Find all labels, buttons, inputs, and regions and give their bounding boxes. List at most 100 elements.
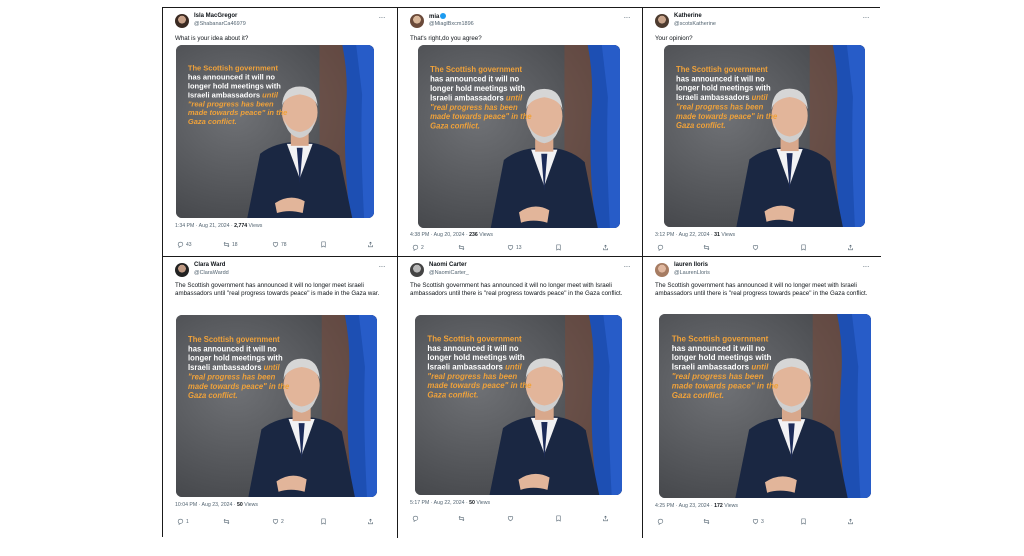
avatar[interactable] xyxy=(410,14,424,28)
bookmark-button[interactable] xyxy=(800,244,807,251)
reply-button[interactable]: 1 xyxy=(177,518,189,525)
poster-caption-line: Israeli ambassadors until xyxy=(672,363,769,372)
poster-graphic: The Scottish governmenthas announced it … xyxy=(664,45,865,227)
like-button[interactable]: 13 xyxy=(507,244,522,251)
retweet-button[interactable] xyxy=(703,244,712,251)
user-handle[interactable]: @MiaglBxcm1896 xyxy=(429,21,474,27)
poster-caption-line: "real progress has been xyxy=(188,372,275,381)
poster-graphic: The Scottish governmenthas announced it … xyxy=(659,314,871,498)
more-options-icon[interactable]: ··· xyxy=(624,262,631,271)
bookmark-icon xyxy=(320,241,327,248)
tweet-header: lauren lloris @LaurenLloris ··· xyxy=(655,262,873,282)
tweet-card[interactable]: Clara Ward @ClaraWardd ··· The Scottish … xyxy=(163,257,398,538)
tweet-card[interactable]: Naomi Carter @NaomiCarter_ ··· The Scott… xyxy=(398,257,643,538)
tweet-image[interactable]: The Scottish government has announced it … xyxy=(659,314,871,498)
display-name[interactable]: Naomi Carter xyxy=(429,262,467,268)
reply-button[interactable] xyxy=(657,244,666,251)
tweet-timestamp[interactable]: 10:04 PM · Aug 23, 2024 · 50 Views xyxy=(175,502,258,508)
bookmark-button[interactable] xyxy=(800,518,807,525)
poster-caption-line: The Scottish government xyxy=(427,335,522,344)
poster-caption-line: Israeli ambassadors until xyxy=(676,93,768,102)
bookmark-button[interactable] xyxy=(320,518,327,525)
avatar[interactable] xyxy=(655,14,669,28)
share-icon xyxy=(602,244,609,251)
share-button[interactable] xyxy=(367,518,374,525)
poster-caption-line: Israeli ambassadors until xyxy=(188,90,279,99)
user-handle[interactable]: @ClaraWardd xyxy=(194,270,229,276)
like-count: 13 xyxy=(516,244,522,251)
poster-caption-line: made towards peace" in the xyxy=(188,108,287,117)
user-handle[interactable]: @scotsKatherine xyxy=(674,21,716,27)
avatar[interactable] xyxy=(175,263,189,277)
more-options-icon[interactable]: ··· xyxy=(863,13,870,22)
bookmark-button[interactable] xyxy=(320,241,327,248)
share-button[interactable] xyxy=(847,244,854,251)
tweet-image[interactable]: The Scottish government has announced it … xyxy=(418,45,620,228)
tweet-card[interactable]: Isla MacGregor @ShabanarCa46979 ··· What… xyxy=(163,8,398,257)
tweet-text: What is your idea about it? xyxy=(175,35,249,42)
tweet-card[interactable]: lauren lloris @LaurenLloris ··· The Scot… xyxy=(643,257,881,538)
display-name[interactable]: mia xyxy=(429,13,447,20)
user-handle[interactable]: @LaurenLloris xyxy=(674,270,710,276)
share-button[interactable] xyxy=(602,244,609,251)
bookmark-button[interactable] xyxy=(555,244,562,251)
avatar[interactable] xyxy=(655,263,669,277)
tweet-actions: 43 18 78 xyxy=(177,241,389,251)
retweet-button[interactable]: 18 xyxy=(223,241,238,248)
avatar[interactable] xyxy=(175,14,189,28)
tweet-image[interactable]: The Scottish government has announced it … xyxy=(415,315,622,495)
reply-button[interactable]: 43 xyxy=(177,241,192,248)
reply-button[interactable] xyxy=(412,515,421,522)
reply-icon xyxy=(177,241,184,248)
like-button[interactable]: 3 xyxy=(752,518,764,525)
tweet-image[interactable]: The Scottish government has announced it … xyxy=(176,315,377,497)
tweet-timestamp[interactable]: 4:25 PM · Aug 23, 2024 · 172 Views xyxy=(655,503,738,509)
reply-button[interactable] xyxy=(657,518,666,525)
like-button[interactable]: 78 xyxy=(272,241,287,248)
share-button[interactable] xyxy=(847,518,854,525)
tweet-timestamp[interactable]: 4:38 PM · Aug 20, 2024 · 236 Views xyxy=(410,232,493,238)
poster-caption-line: longer hold meetings with xyxy=(430,84,525,93)
user-handle[interactable]: @NaomiCarter_ xyxy=(429,270,469,276)
tweet-image[interactable]: The Scottish government has announced it … xyxy=(664,45,865,227)
tweet-timestamp[interactable]: 1:34 PM · Aug 21, 2024 · 2,774 Views xyxy=(175,223,262,229)
poster-caption-line: The Scottish government xyxy=(188,335,280,344)
more-options-icon[interactable]: ··· xyxy=(863,262,870,271)
tweet-text: That's right,do you agree? xyxy=(410,35,482,42)
bookmark-button[interactable] xyxy=(555,515,562,522)
poster-caption-line: Gaza conflict. xyxy=(430,122,480,131)
poster-caption-line: The Scottish government xyxy=(676,65,768,74)
like-button[interactable] xyxy=(507,515,516,522)
display-name[interactable]: lauren lloris xyxy=(674,262,708,268)
like-icon xyxy=(752,518,759,525)
poster-caption-line: The Scottish government xyxy=(672,334,769,343)
tweet-timestamp[interactable]: 3:12 PM · Aug 22, 2024 · 31 Views xyxy=(655,232,735,238)
avatar[interactable] xyxy=(410,263,424,277)
like-button[interactable]: 2 xyxy=(272,518,284,525)
more-options-icon[interactable]: ··· xyxy=(379,262,386,271)
retweet-button[interactable] xyxy=(703,518,712,525)
poster-graphic: The Scottish governmenthas announced it … xyxy=(415,315,622,495)
display-name[interactable]: Katherine xyxy=(674,13,702,19)
reply-button[interactable]: 2 xyxy=(412,244,424,251)
share-icon xyxy=(602,515,609,522)
more-options-icon[interactable]: ··· xyxy=(379,13,386,22)
retweet-button[interactable] xyxy=(458,244,467,251)
tweet-card[interactable]: Katherine @scotsKatherine ··· Your opini… xyxy=(643,8,881,257)
share-button[interactable] xyxy=(602,515,609,522)
display-name[interactable]: Clara Ward xyxy=(194,262,225,268)
display-name[interactable]: Isla MacGregor xyxy=(194,13,237,19)
bookmark-icon xyxy=(800,244,807,251)
tweet-timestamp[interactable]: 5:17 PM · Aug 22, 2024 · 50 Views xyxy=(410,500,490,506)
share-button[interactable] xyxy=(367,241,374,248)
poster-caption: The Scottish governmenthas announced it … xyxy=(672,334,779,400)
tweet-card[interactable]: mia @MiaglBxcm1896 ··· That's right,do y… xyxy=(398,8,643,257)
more-options-icon[interactable]: ··· xyxy=(624,13,631,22)
user-handle[interactable]: @ShabanarCa46979 xyxy=(194,21,246,27)
tweet-image[interactable]: The Scottish government has announced it … xyxy=(176,45,374,218)
retweet-button[interactable] xyxy=(223,518,232,525)
like-button[interactable] xyxy=(752,244,761,251)
retweet-button[interactable] xyxy=(458,515,467,522)
poster-graphic: The Scottish governmenthas announced it … xyxy=(176,315,377,497)
poster-caption-line: "real progress has been xyxy=(676,102,763,111)
